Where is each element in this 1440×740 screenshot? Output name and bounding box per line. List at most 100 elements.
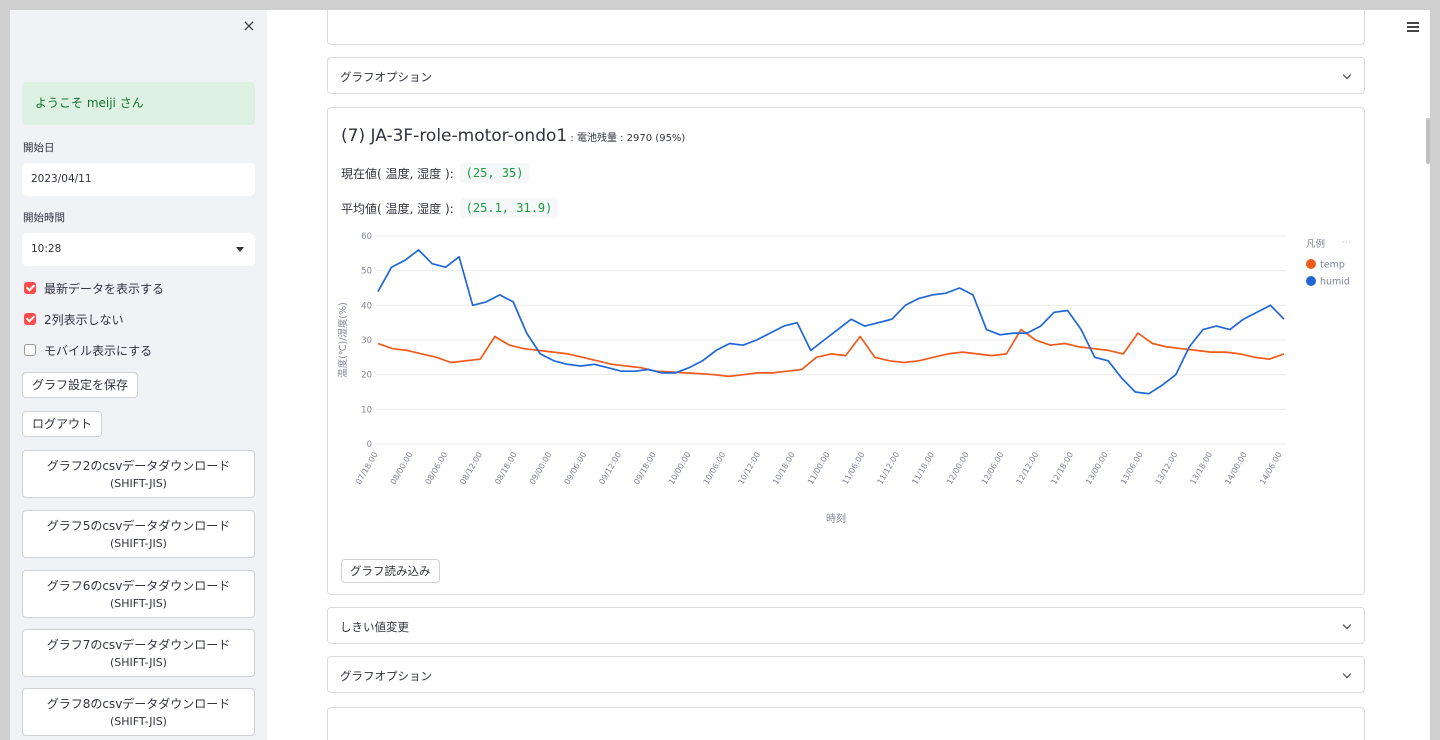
x-axis-label: 時刻 <box>826 512 846 525</box>
checkbox-checked-icon[interactable] <box>24 313 36 325</box>
download-encoding: (SHIFT-JIS) <box>110 477 167 490</box>
x-tick-label: 07/18:00 <box>354 451 380 487</box>
download-label: グラフ6のcsvデータダウンロード <box>46 579 231 593</box>
x-tick-label: 14/00:00 <box>1223 451 1249 487</box>
checkbox-show-latest[interactable]: 最新データを表示する <box>24 280 164 296</box>
checkbox-label: モバイル表示にする <box>44 343 153 358</box>
expander-title: しきい値変更 <box>340 620 409 634</box>
x-tick-label: 10/00:00 <box>667 451 693 487</box>
expander-graph-options[interactable]: グラフオプション <box>327 57 1365 94</box>
x-tick-label: 12/00:00 <box>945 451 971 487</box>
x-tick-label: 11/18:00 <box>910 451 936 487</box>
download-csv-button-graph7[interactable]: グラフ7のcsvデータダウンロード (SHIFT-JIS) <box>22 629 255 677</box>
series-line-temp <box>377 328 1285 378</box>
scrollbar-thumb[interactable] <box>1426 118 1430 164</box>
x-tick-label: 13/00:00 <box>1084 451 1110 487</box>
series-line-humid <box>377 249 1285 395</box>
x-tick-label: 11/06:00 <box>841 451 867 487</box>
download-label: グラフ7のcsvデータダウンロード <box>46 638 231 652</box>
download-csv-button-graph5[interactable]: グラフ5のcsvデータダウンロード (SHIFT-JIS) <box>22 510 255 558</box>
expander-threshold[interactable]: しきい値変更 <box>327 607 1365 644</box>
checkbox-checked-icon[interactable] <box>24 282 36 294</box>
sidebar: × ようこそ meiji さん 開始日 2023/04/11 開始時間 10:2… <box>10 10 267 740</box>
expander-graph-options-2[interactable]: グラフオプション <box>327 656 1365 693</box>
legend-label: humid <box>1320 277 1350 288</box>
y-tick-label: 30 <box>361 336 372 346</box>
chevron-down-icon <box>1342 669 1352 679</box>
expander-title: グラフオプション <box>340 70 432 84</box>
x-tick-label: 12/12:00 <box>1015 451 1041 487</box>
current-value: (25, 35) <box>459 163 530 183</box>
download-csv-button-graph6[interactable]: グラフ6のcsvデータダウンロード (SHIFT-JIS) <box>22 570 255 618</box>
y-axis-label: 温度(℃)/湿度(%) <box>337 302 349 378</box>
checkbox-label: 最新データを表示する <box>44 281 165 296</box>
download-csv-button-graph8[interactable]: グラフ8のcsvデータダウンロード (SHIFT-JIS) <box>22 688 255 736</box>
download-encoding: (SHIFT-JIS) <box>110 656 167 669</box>
x-tick-label: 08/00:00 <box>389 451 415 487</box>
download-encoding: (SHIFT-JIS) <box>110 537 167 550</box>
main-content: グラフオプション (7) JA-3F-role-motor-ondo1 : 電池… <box>267 10 1430 740</box>
x-tick-label: 13/12:00 <box>1154 451 1180 487</box>
legend-marker-humid <box>1306 276 1316 286</box>
start-date-input[interactable]: 2023/04/11 <box>22 163 255 196</box>
average-value-row: 平均値( 温度, 湿度 ): (25.1, 31.9) <box>341 198 559 218</box>
graph-name: (7) JA-3F-role-motor-ondo1 <box>341 126 568 146</box>
line-chart[interactable]: 0 10 20 30 40 50 60 07/18:00 08/00:00 08/06:00 08/… <box>328 228 1364 538</box>
y-tick-label: 60 <box>361 232 372 242</box>
current-value-label: 現在値( 温度, 湿度 ): <box>341 166 454 181</box>
battery-status: : 電池残量 : 2970 (95%) <box>567 133 686 144</box>
x-tick-label: 11/00:00 <box>806 451 832 487</box>
checkbox-no-two-columns[interactable]: 2列表示しない <box>24 311 124 327</box>
welcome-message: ようこそ meiji さん <box>22 82 255 125</box>
download-label: グラフ8のcsvデータダウンロード <box>46 697 231 711</box>
legend-label: temp <box>1320 260 1345 271</box>
average-value-label: 平均値( 温度, 湿度 ): <box>341 201 454 216</box>
average-value: (25.1, 31.9) <box>459 198 559 218</box>
download-csv-button-graph2[interactable]: グラフ2のcsvデータダウンロード (SHIFT-JIS) <box>22 450 255 498</box>
chevron-down-icon <box>1342 620 1352 630</box>
x-tick-label: 10/06:00 <box>702 451 728 487</box>
checkbox-mobile-view[interactable]: モバイル表示にする <box>24 342 152 358</box>
chevron-down-icon <box>1342 70 1352 80</box>
legend-title: 凡例 <box>1306 238 1325 250</box>
y-tick-label: 20 <box>361 371 372 381</box>
chevron-down-icon <box>236 247 244 252</box>
x-tick-label: 08/06:00 <box>424 451 450 487</box>
x-tick-label: 09/12:00 <box>597 451 623 487</box>
current-value-row: 現在値( 温度, 湿度 ): (25, 35) <box>341 163 530 183</box>
start-time-select[interactable]: 10:28 <box>22 233 255 266</box>
download-encoding: (SHIFT-JIS) <box>110 597 167 610</box>
y-tick-label: 50 <box>361 267 372 277</box>
app-window: × ようこそ meiji さん 開始日 2023/04/11 開始時間 10:2… <box>10 10 1430 740</box>
graph-title: (7) JA-3F-role-motor-ondo1 : 電池残量 : 2970… <box>341 126 685 146</box>
y-tick-label: 40 <box>361 301 372 311</box>
x-tick-label: 09/06:00 <box>563 451 589 487</box>
download-encoding: (SHIFT-JIS) <box>110 715 167 728</box>
download-label: グラフ5のcsvデータダウンロード <box>46 519 231 533</box>
download-label: グラフ2のcsvデータダウンロード <box>46 459 231 473</box>
start-date-label: 開始日 <box>23 142 55 154</box>
y-tick-label: 0 <box>367 440 372 450</box>
y-tick-label: 10 <box>361 405 372 415</box>
more-options-icon: ··· <box>1342 238 1351 248</box>
legend-marker-temp <box>1306 259 1316 269</box>
menu-icon[interactable] <box>1407 22 1419 32</box>
x-tick-label: 09/00:00 <box>528 451 554 487</box>
load-graph-button[interactable]: グラフ読み込み <box>341 559 440 583</box>
previous-card <box>327 10 1365 45</box>
close-icon[interactable]: × <box>240 16 258 36</box>
x-tick-label: 11/12:00 <box>876 451 902 487</box>
checkbox-label: 2列表示しない <box>44 312 124 327</box>
next-graph-card <box>327 707 1365 740</box>
x-tick-label: 12/18:00 <box>1049 451 1075 487</box>
checkbox-unchecked-icon[interactable] <box>24 344 36 356</box>
x-tick-label: 08/18:00 <box>493 451 519 487</box>
graph-card: (7) JA-3F-role-motor-ondo1 : 電池残量 : 2970… <box>327 107 1365 595</box>
x-tick-label: 13/18:00 <box>1188 451 1214 487</box>
logout-button[interactable]: ログアウト <box>22 411 103 437</box>
x-tick-label: 14/06:00 <box>1258 451 1284 487</box>
x-tick-label: 10/18:00 <box>771 451 797 487</box>
save-settings-button[interactable]: グラフ設定を保存 <box>22 372 139 398</box>
start-time-value: 10:28 <box>31 243 62 255</box>
x-tick-label: 08/12:00 <box>458 451 484 487</box>
